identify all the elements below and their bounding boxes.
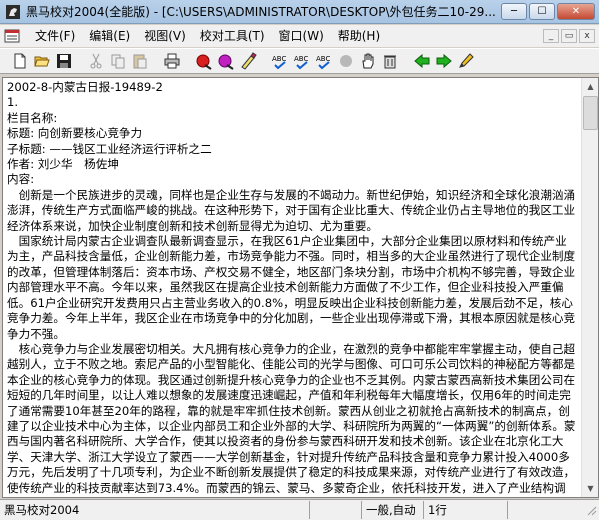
doc-restore-button[interactable]: ▭	[561, 29, 577, 43]
menu-edit[interactable]: 编辑(E)	[82, 26, 137, 46]
doc-line: 标题: 向创新要核心竞争力	[7, 126, 143, 141]
scroll-down-icon[interactable]: ▼	[582, 480, 599, 497]
window-title: 黑马校对2004(全能版) - [C:\USERS\ADMINISTRATOR\…	[26, 5, 496, 19]
close-button[interactable]: ✕	[557, 3, 595, 20]
status-bar: 黑马校对2004 一般,自动 1行	[0, 499, 599, 520]
toolbar: ABC ABC ABC	[0, 48, 599, 74]
brush-icon[interactable]	[238, 51, 258, 71]
title-bar: 黑马校对2004(全能版) - [C:\USERS\ADMINISTRATOR\…	[0, 0, 599, 24]
vertical-scrollbar[interactable]: ▲ ▼	[581, 78, 598, 497]
print-icon[interactable]	[162, 51, 182, 71]
doc-line: 1.	[7, 95, 19, 110]
record-icon[interactable]	[336, 51, 356, 71]
scroll-up-icon[interactable]: ▲	[582, 78, 599, 95]
doc-line: 2002-8-内蒙古日报-19489-2	[7, 80, 163, 94]
doc-line: 栏目名称:	[7, 110, 58, 125]
pencil-icon[interactable]	[456, 51, 476, 71]
minimize-button[interactable]: ─	[501, 3, 527, 20]
resize-grip-icon[interactable]	[585, 504, 597, 516]
abc-correct-icon[interactable]: ABC	[314, 51, 334, 71]
doc-close-button[interactable]: x	[579, 29, 595, 43]
check-purple-icon[interactable]	[216, 51, 236, 71]
trash-icon[interactable]	[380, 51, 400, 71]
new-icon[interactable]	[10, 51, 30, 71]
doc-line: 作者: 刘少华 杨佐坤	[7, 157, 119, 172]
scroll-thumb[interactable]	[583, 96, 598, 130]
open-icon[interactable]	[32, 51, 52, 71]
check-red-icon[interactable]	[194, 51, 214, 71]
menu-tools[interactable]: 校对工具(T)	[193, 26, 272, 46]
status-blank	[310, 501, 362, 519]
doc-minimize-button[interactable]: _	[543, 29, 559, 43]
menu-view[interactable]: 视图(V)	[137, 26, 193, 46]
hand-icon[interactable]	[358, 51, 378, 71]
save-icon[interactable]	[54, 51, 74, 71]
paste-icon[interactable]	[130, 51, 150, 71]
abc-replace-icon[interactable]: ABC	[292, 51, 312, 71]
maximize-button[interactable]: ☐	[529, 3, 555, 20]
menu-window[interactable]: 窗口(W)	[272, 26, 331, 46]
document-icon	[4, 29, 20, 43]
copy-icon[interactable]	[108, 51, 128, 71]
abc-check-icon[interactable]: ABC	[270, 51, 290, 71]
status-line: 1行	[424, 501, 508, 519]
prev-icon[interactable]	[412, 51, 432, 71]
menu-file[interactable]: 文件(F)	[28, 26, 82, 46]
document-content[interactable]: 2002-8-内蒙古日报-19489-2 1. 栏目名称: 标题: 向创新要核心…	[3, 78, 581, 497]
doc-line: 内容:	[7, 172, 35, 187]
doc-paragraph: 创新是一个民族进步的灵魂，同样也是企业生存与发展的不竭动力。新世纪伊始，知识经济…	[7, 187, 576, 233]
menu-help[interactable]: 帮助(H)	[331, 26, 387, 46]
document-editor[interactable]: 2002-8-内蒙古日报-19489-2 1. 栏目名称: 标题: 向创新要核心…	[2, 77, 599, 498]
status-mode: 一般,自动	[362, 501, 424, 519]
doc-paragraph: 核心竞争力与企业发展密切相关。大凡拥有核心竞争力的企业，在激烈的竞争中都能牢牢掌…	[7, 341, 576, 497]
doc-paragraph: 国家统计局内蒙古企业调查队最新调查显示，在我区61户企业集团中，大部分企业集团以…	[7, 234, 576, 341]
cut-icon[interactable]	[86, 51, 106, 71]
next-icon[interactable]	[434, 51, 454, 71]
menu-bar: 文件(F) 编辑(E) 视图(V) 校对工具(T) 窗口(W) 帮助(H) _ …	[0, 25, 599, 47]
app-horse-icon	[6, 4, 20, 19]
status-app-name: 黑马校对2004	[0, 501, 310, 519]
doc-line: 子标题: ——钱区工业经济运行评析之二	[7, 141, 212, 156]
